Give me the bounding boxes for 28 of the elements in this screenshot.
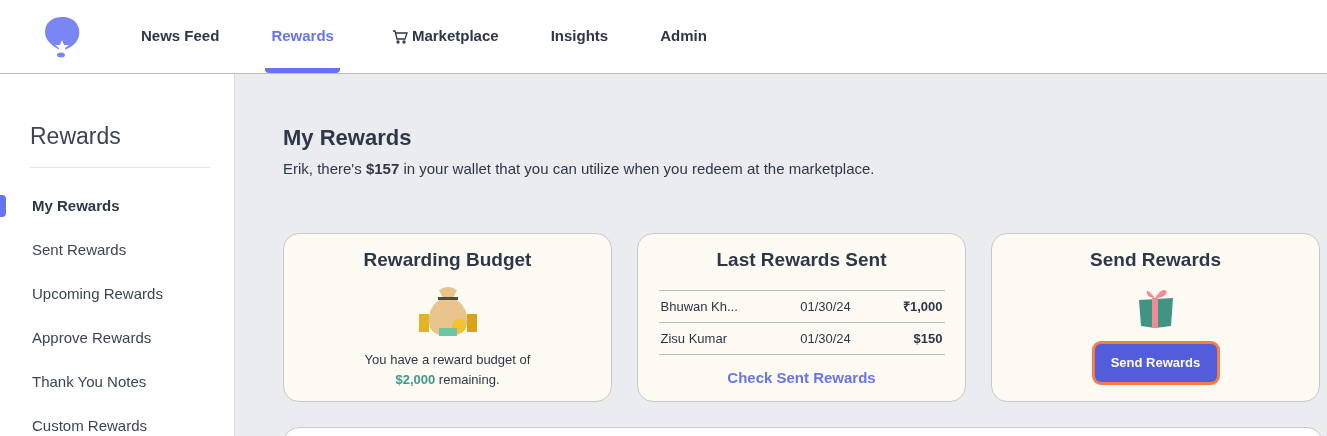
nav-tab[interactable]: Admin <box>660 0 707 73</box>
budget-message: You have a reward budget of $2,000 remaining. <box>364 351 531 389</box>
sidebar-item[interactable]: Thank You Notes <box>32 370 147 394</box>
recipient-name: Bhuwan Kh... <box>660 297 739 316</box>
send-rewards-button[interactable]: Send Rewards <box>1094 344 1217 382</box>
card-title: Last Rewards Sent <box>716 247 887 272</box>
sidebar-item[interactable]: Upcoming Rewards <box>32 282 163 306</box>
cart-icon <box>391 29 408 44</box>
recipient-name: Zisu Kumar <box>660 329 728 348</box>
nav-tab[interactable]: Marketplace <box>391 0 499 73</box>
card-title: Send Rewards <box>1090 247 1221 272</box>
sidebar-item[interactable]: My Rewards <box>32 194 120 218</box>
sent-date: 01/30/24 <box>799 329 852 348</box>
sidebar-item[interactable]: Custom Rewards <box>32 414 148 436</box>
sent-amount: $150 <box>912 329 943 348</box>
nav-tab[interactable]: News Feed <box>141 0 220 73</box>
page-title: My Rewards <box>283 124 412 152</box>
sidebar-title: Rewards <box>30 122 121 150</box>
nav-tab[interactable]: Insights <box>550 0 609 73</box>
sidebar-item[interactable]: Sent Rewards <box>32 238 127 262</box>
wallet-message: Erik, there's $157 in your wallet that you can utilize when you redeem at the marketplace. <box>283 159 875 179</box>
sent-date: 01/30/24 <box>799 297 852 316</box>
check-sent-rewards-link[interactable]: Check Sent Rewards <box>727 367 876 390</box>
sidebar-item[interactable]: Approve Rewards <box>32 326 152 350</box>
card-title: Rewarding Budget <box>363 247 532 272</box>
balloon-logo-icon[interactable] <box>44 15 81 58</box>
money-bag-icon <box>418 284 477 336</box>
sent-amount: ₹1,000 <box>901 297 943 316</box>
